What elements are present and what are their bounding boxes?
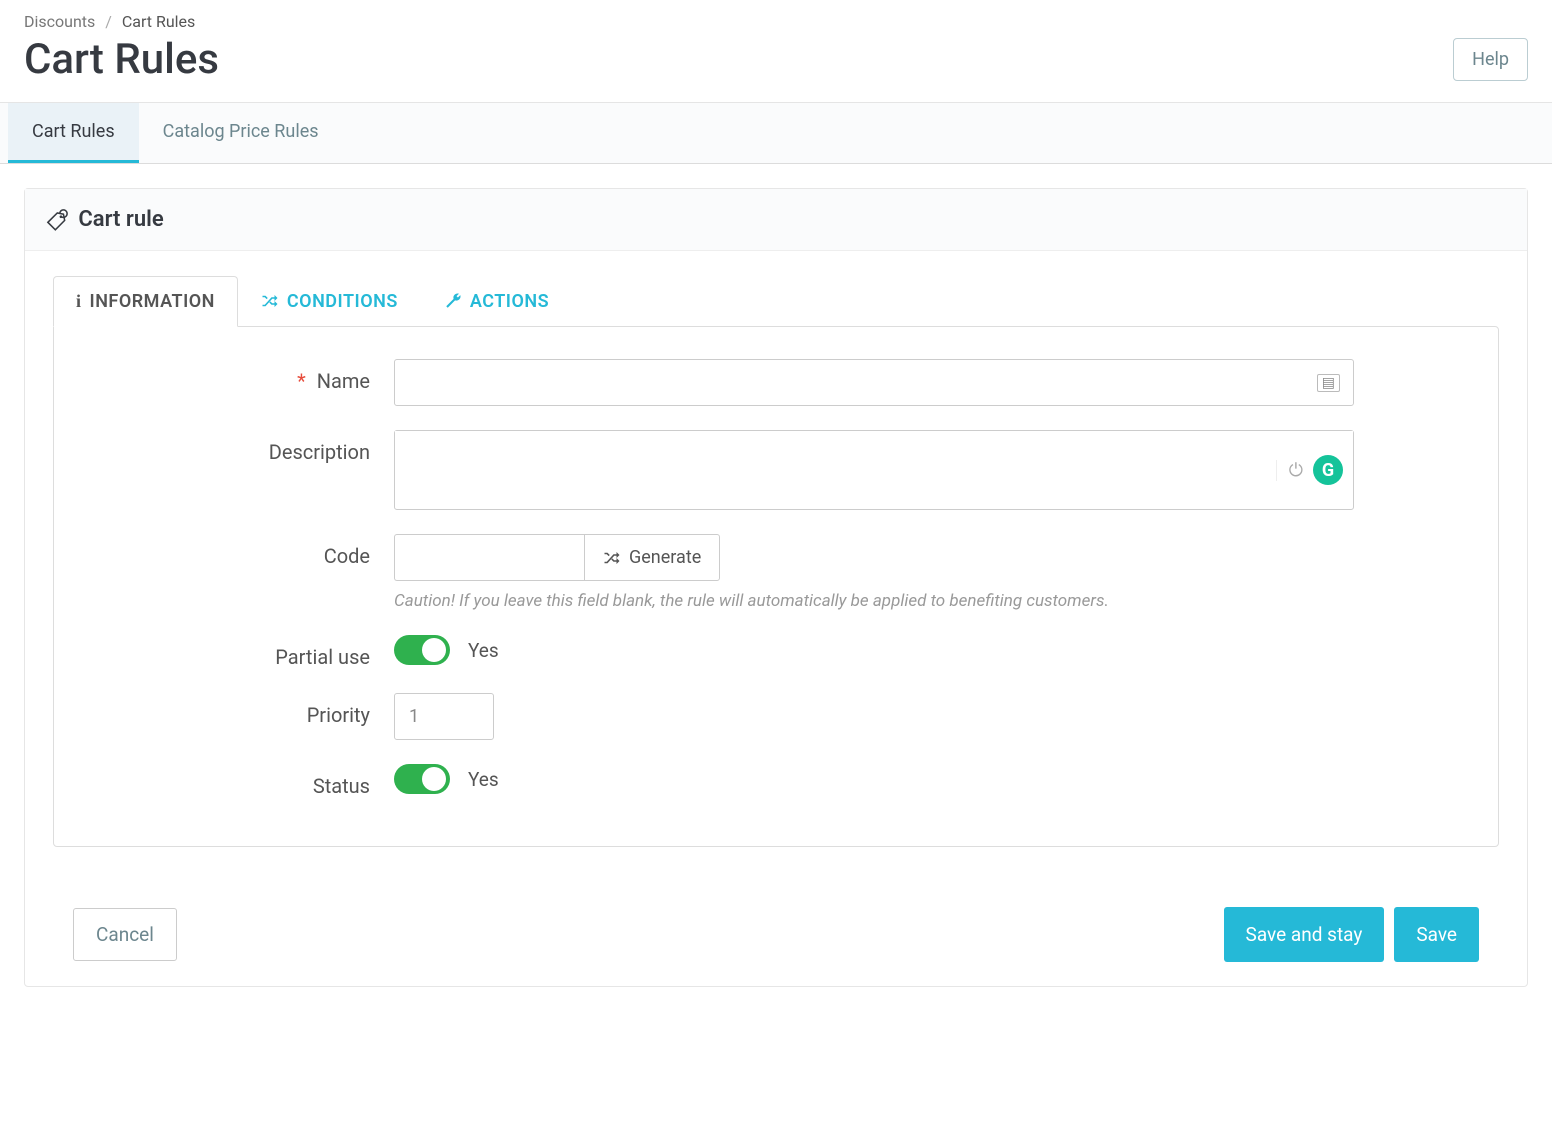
tab-cart-rules[interactable]: Cart Rules [8,103,139,163]
status-toggle[interactable] [394,764,450,794]
inner-tab-actions-label: ACTIONS [470,291,549,312]
cancel-button[interactable]: Cancel [73,908,177,961]
module-tabs: Cart Rules Catalog Price Rules [0,102,1552,164]
name-input[interactable] [394,359,1354,406]
code-hint: Caution! If you leave this field blank, … [394,591,1354,611]
shuffle-icon [603,549,621,567]
inner-tab-information[interactable]: i INFORMATION [53,276,238,327]
info-icon: i [76,291,82,312]
priority-input[interactable] [394,693,494,740]
inner-tab-information-label: INFORMATION [90,291,215,312]
wrench-icon [444,292,462,310]
panel-cart-rule: 🏷 Cart rule i INFORMATION CONDITIONS ACT… [24,188,1528,987]
help-button[interactable]: Help [1453,38,1528,81]
breadcrumb-parent[interactable]: Discounts [24,12,95,31]
label-priority: Priority [94,693,394,727]
label-name-text: Name [317,369,370,393]
status-state: Yes [468,768,499,791]
breadcrumb-separator: / [105,12,112,31]
breadcrumb: Discounts / Cart Rules [0,0,1552,31]
tag-icon: 🏷 [46,207,70,232]
label-code: Code [94,534,394,568]
panel-title: Cart rule [78,207,163,232]
generate-button-label: Generate [629,547,701,568]
generate-button[interactable]: Generate [584,534,720,581]
locale-indicator-icon[interactable]: ▤ [1317,374,1340,392]
breadcrumb-current: Cart Rules [122,12,195,31]
label-description: Description [94,430,394,464]
shuffle-icon [261,292,279,310]
tab-catalog-price-rules[interactable]: Catalog Price Rules [139,103,343,163]
grammarly-icon[interactable]: G [1313,455,1343,485]
power-icon[interactable]: ⏻ [1276,460,1303,481]
inner-tab-conditions-label: CONDITIONS [287,291,398,312]
label-name: * Name [94,359,394,393]
inner-tab-actions[interactable]: ACTIONS [421,275,572,326]
page-title: Cart Rules [24,35,219,84]
code-input[interactable] [394,534,584,581]
inner-tab-conditions[interactable]: CONDITIONS [238,275,421,326]
label-partial-use: Partial use [94,635,394,669]
panel-heading: 🏷 Cart rule [25,189,1527,251]
inner-tab-content: * Name ▤ Description ⏻ G [53,326,1499,847]
required-star-icon: * [297,369,306,393]
partial-use-state: Yes [468,639,499,662]
save-button[interactable]: Save [1394,907,1479,962]
footer-actions: Cancel Save and stay Save [25,883,1527,986]
partial-use-toggle[interactable] [394,635,450,665]
inner-tabs: i INFORMATION CONDITIONS ACTIONS [53,275,1499,326]
save-and-stay-button[interactable]: Save and stay [1224,907,1385,962]
label-status: Status [94,764,394,798]
description-input[interactable] [395,431,1353,505]
